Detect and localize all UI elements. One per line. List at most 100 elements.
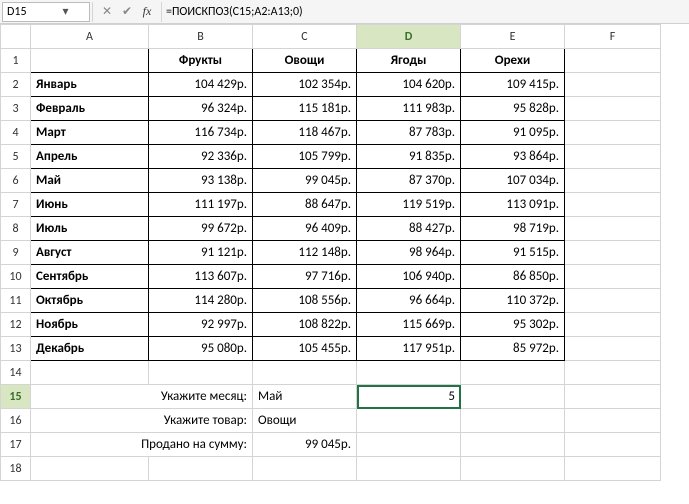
cell-E1[interactable]: Орехи <box>461 49 565 73</box>
cell-F7[interactable] <box>565 193 661 217</box>
col-header-B[interactable]: B <box>149 25 253 49</box>
col-header-D[interactable]: D <box>357 25 461 49</box>
cell-F5[interactable] <box>565 145 661 169</box>
cell-A10[interactable]: Сентябрь <box>31 265 149 289</box>
row-header-16[interactable]: 16 <box>1 409 31 433</box>
cell-A1[interactable] <box>31 49 149 73</box>
cell-C17[interactable]: 99 045р. <box>253 433 357 457</box>
cell-A4[interactable]: Март <box>31 121 149 145</box>
cell-E12[interactable]: 95 302р. <box>461 313 565 337</box>
cell-E13[interactable]: 85 972р. <box>461 337 565 361</box>
cell-B12[interactable]: 92 997р. <box>149 313 253 337</box>
cell-E2[interactable]: 109 415р. <box>461 73 565 97</box>
cell-B10[interactable]: 113 607р. <box>149 265 253 289</box>
row-header-17[interactable]: 17 <box>1 433 31 457</box>
row-header-1[interactable]: 1 <box>1 49 31 73</box>
cell-A16B16[interactable]: Укажите товар: <box>31 409 253 433</box>
cell-C3[interactable]: 115 181р. <box>253 97 357 121</box>
row-header-15[interactable]: 15 <box>1 385 31 409</box>
cell-F16[interactable] <box>565 409 661 433</box>
cell-E5[interactable]: 93 864р. <box>461 145 565 169</box>
cell-B7[interactable]: 111 197р. <box>149 193 253 217</box>
cell-D5[interactable]: 91 835р. <box>357 145 461 169</box>
col-header-C[interactable]: C <box>253 25 357 49</box>
cell-D8[interactable]: 88 427р. <box>357 217 461 241</box>
row-header-18[interactable]: 18 <box>1 457 31 481</box>
cell-E4[interactable]: 91 095р. <box>461 121 565 145</box>
cell-E18[interactable] <box>461 457 565 481</box>
cell-C10[interactable]: 97 716р. <box>253 265 357 289</box>
cell-D9[interactable]: 98 964р. <box>357 241 461 265</box>
cell-C4[interactable]: 118 467р. <box>253 121 357 145</box>
select-all-corner[interactable] <box>1 25 31 49</box>
cell-E6[interactable]: 107 034р. <box>461 169 565 193</box>
cell-C16[interactable]: Овощи <box>253 409 357 433</box>
cell-C18[interactable] <box>253 457 357 481</box>
cell-E14[interactable] <box>461 361 565 385</box>
cell-C7[interactable]: 88 647р. <box>253 193 357 217</box>
cell-A3[interactable]: Февраль <box>31 97 149 121</box>
cell-F15[interactable] <box>565 385 661 409</box>
row-header-11[interactable]: 11 <box>1 289 31 313</box>
cell-B18[interactable] <box>149 457 253 481</box>
cell-E3[interactable]: 95 828р. <box>461 97 565 121</box>
col-header-A[interactable]: A <box>31 25 149 49</box>
cell-E11[interactable]: 110 372р. <box>461 289 565 313</box>
cell-C1[interactable]: Овощи <box>253 49 357 73</box>
cell-F3[interactable] <box>565 97 661 121</box>
cell-F8[interactable] <box>565 217 661 241</box>
col-header-E[interactable]: E <box>461 25 565 49</box>
row-header-4[interactable]: 4 <box>1 121 31 145</box>
cell-B4[interactable]: 116 734р. <box>149 121 253 145</box>
cell-D3[interactable]: 111 983р. <box>357 97 461 121</box>
cell-B1[interactable]: Фрукты <box>149 49 253 73</box>
cell-D11[interactable]: 96 664р. <box>357 289 461 313</box>
row-header-6[interactable]: 6 <box>1 169 31 193</box>
cell-E9[interactable]: 91 515р. <box>461 241 565 265</box>
cell-D1[interactable]: Ягоды <box>357 49 461 73</box>
cell-A9[interactable]: Август <box>31 241 149 265</box>
row-header-8[interactable]: 8 <box>1 217 31 241</box>
cell-F1[interactable] <box>565 49 661 73</box>
cell-A12[interactable]: Ноябрь <box>31 313 149 337</box>
cell-C14[interactable] <box>253 361 357 385</box>
cell-A15B15[interactable]: Укажите месяц: <box>31 385 253 409</box>
cell-F4[interactable] <box>565 121 661 145</box>
cell-C11[interactable]: 108 556р. <box>253 289 357 313</box>
cell-E16[interactable] <box>461 409 565 433</box>
cell-E15[interactable] <box>461 385 565 409</box>
cell-A8[interactable]: Июль <box>31 217 149 241</box>
cell-A11[interactable]: Октябрь <box>31 289 149 313</box>
spreadsheet-grid[interactable]: A B C D E F 1 Фрукты Овощи Ягоды Орехи 2… <box>0 24 661 481</box>
cell-B14[interactable] <box>149 361 253 385</box>
cell-F6[interactable] <box>565 169 661 193</box>
cell-E7[interactable]: 113 091р. <box>461 193 565 217</box>
cell-D16[interactable] <box>357 409 461 433</box>
cell-D18[interactable] <box>357 457 461 481</box>
cell-A13[interactable]: Декабрь <box>31 337 149 361</box>
cell-C6[interactable]: 99 045р. <box>253 169 357 193</box>
name-box[interactable]: D15 ▾ <box>2 2 90 22</box>
cell-B6[interactable]: 93 138р. <box>149 169 253 193</box>
row-header-13[interactable]: 13 <box>1 337 31 361</box>
cell-C8[interactable]: 96 409р. <box>253 217 357 241</box>
cell-C15[interactable]: Май <box>253 385 357 409</box>
cell-A6[interactable]: Май <box>31 169 149 193</box>
cancel-icon[interactable]: ✕ <box>97 4 117 19</box>
col-header-F[interactable]: F <box>565 25 661 49</box>
cell-D2[interactable]: 104 620р. <box>357 73 461 97</box>
cell-D12[interactable]: 115 669р. <box>357 313 461 337</box>
cell-A7[interactable]: Июнь <box>31 193 149 217</box>
cell-B13[interactable]: 95 080р. <box>149 337 253 361</box>
cell-D17[interactable] <box>357 433 461 457</box>
cell-D15[interactable]: 5 <box>357 385 461 409</box>
cell-D7[interactable]: 119 519р. <box>357 193 461 217</box>
cell-D10[interactable]: 106 940р. <box>357 265 461 289</box>
row-header-12[interactable]: 12 <box>1 313 31 337</box>
cell-B11[interactable]: 114 280р. <box>149 289 253 313</box>
cell-B5[interactable]: 92 336р. <box>149 145 253 169</box>
cell-A17B17[interactable]: Продано на сумму: <box>31 433 253 457</box>
cell-F2[interactable] <box>565 73 661 97</box>
row-header-10[interactable]: 10 <box>1 265 31 289</box>
row-header-2[interactable]: 2 <box>1 73 31 97</box>
